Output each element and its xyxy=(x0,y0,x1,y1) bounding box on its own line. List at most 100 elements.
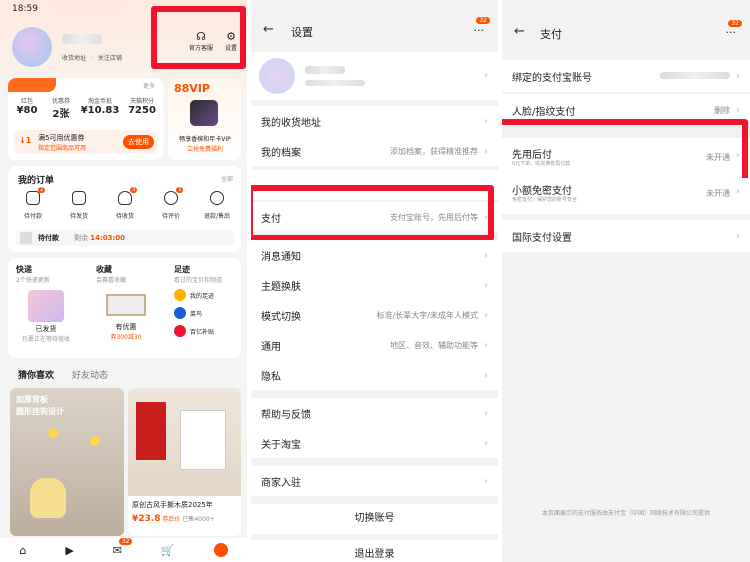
favorites-section[interactable]: 收藏 会赛看收藏 有优惠 券300减30 xyxy=(96,264,168,341)
chevron-right-icon: › xyxy=(484,369,488,381)
order-pending-receipt[interactable]: 3 待收货 xyxy=(104,187,146,220)
my-taobao-panel: 18:59 收货地址 | 关注店铺 ☊ 官方客服 ⚙ 设置 更多 红包 ¥80 … xyxy=(0,0,247,562)
video-icon[interactable]: ▶ xyxy=(65,544,73,557)
orders-all-link[interactable]: 全部 xyxy=(221,174,233,183)
username-blurred xyxy=(62,34,102,44)
coupon-strip[interactable]: ↓1 满5可用优惠券 指定范围商品可用 去使用 xyxy=(14,130,158,154)
pending-timer: 剩余 14:03:00 xyxy=(74,234,126,242)
coupon-icon: ↓1 xyxy=(19,136,32,145)
settings-row-mode[interactable]: 模式切换 标准/长辈大字/未成年人模式 › xyxy=(251,300,498,330)
chevron-right-icon: › xyxy=(484,407,488,419)
home-icon[interactable]: ⌂ xyxy=(19,544,26,557)
toy-duck xyxy=(30,478,66,518)
settings-row-help[interactable]: 帮助与反馈 › xyxy=(251,398,498,428)
coupon-title: 满5可用优惠券 xyxy=(38,134,85,142)
settings-row-notifications[interactable]: 消息通知 › xyxy=(251,240,498,270)
assets-more-link[interactable]: 更多 xyxy=(143,81,155,90)
comment-icon xyxy=(164,191,178,205)
more-dots-icon[interactable]: ··· xyxy=(726,26,737,39)
settings-panel: ← 设置 ··· 32 › 我的收货地址 › 我的档案 添加档案，获得精准推荐 › 支… xyxy=(251,0,498,562)
tab-guess-you-like[interactable]: 猜你喜欢 xyxy=(18,368,54,381)
payment-row-international[interactable]: 国际支付设置 › xyxy=(502,220,750,252)
yen-icon xyxy=(210,191,224,205)
alipay-account-blurred xyxy=(660,71,730,79)
use-coupon-button[interactable]: 去使用 xyxy=(123,135,154,149)
tools-card: 快递 2个快递更新 已发货 包裹正在等待揽收 收藏 会赛看收藏 有优惠 券300… xyxy=(8,258,241,358)
asset-redpacket[interactable]: 红包 ¥80 xyxy=(12,96,42,120)
profile-row[interactable]: › xyxy=(251,52,498,100)
settings-row-address[interactable]: 我的收货地址 › xyxy=(251,106,498,136)
order-pending-payment[interactable]: 2 待付款 xyxy=(12,187,54,220)
address-link[interactable]: 收货地址 xyxy=(62,55,86,62)
chevron-right-icon: › xyxy=(484,339,488,351)
chevron-right-icon: › xyxy=(736,70,740,82)
tab-friend-activity[interactable]: 好友动态 xyxy=(72,368,108,381)
settings-row-theme[interactable]: 主题换肤 › xyxy=(251,270,498,300)
feed-card-calendar[interactable]: 原创古风手撕木质2025年 ¥23.8 券后价 已售4000+ xyxy=(128,388,241,536)
page-title: 设置 xyxy=(291,26,313,39)
highlight-buy-now-pay-later xyxy=(502,119,748,185)
express-section[interactable]: 快递 2个快递更新 已发货 包裹正在等待揽收 xyxy=(16,264,88,343)
asset-gold-coin[interactable]: 淘金币抵 ¥10.83 xyxy=(80,96,120,120)
payment-row-alipay[interactable]: 绑定的支付宝账号 › xyxy=(502,60,750,92)
order-pending-review[interactable]: 3 待评价 xyxy=(150,187,192,220)
asset-coupon[interactable]: 优惠券 2张 xyxy=(46,96,76,120)
order-badge: 2 xyxy=(38,187,46,193)
pending-label: 待付款 xyxy=(38,234,59,242)
package-icon xyxy=(72,191,86,205)
subsidy-icon xyxy=(174,325,186,337)
footprint-section[interactable]: 足迹 看过的宝贝和频道 我的足迹 菜鸟 百亿补贴 xyxy=(174,264,238,337)
avatar[interactable] xyxy=(12,27,52,67)
asset-tmall-points[interactable]: 天猫积分 7250 xyxy=(124,96,160,120)
coupon-sub: 指定范围商品可用 xyxy=(38,145,87,152)
pending-order-strip[interactable]: 待付款 剩余 14:03:00 xyxy=(16,230,234,246)
account-blurred xyxy=(305,80,365,86)
cainiao-icon xyxy=(174,307,186,319)
order-refund[interactable]: 退款/售后 xyxy=(196,190,238,220)
payment-footer: 本页面展示的支付服务由支付宝（中国）网络技术有限公司提供 xyxy=(541,510,710,517)
assets-tag xyxy=(8,78,56,92)
chevron-right-icon: › xyxy=(736,230,740,242)
message-badge: 32 xyxy=(728,20,742,27)
settings-row-profile[interactable]: 我的档案 添加档案，获得精准推荐 › xyxy=(251,136,498,166)
followed-shops-link[interactable]: 关注店铺 xyxy=(98,55,122,62)
payment-panel: ← 支付 ··· 32 绑定的支付宝账号 › 人脸/指纹支付 删除 › 先用后付 0元… xyxy=(502,0,750,562)
back-arrow-icon[interactable]: ← xyxy=(514,24,525,39)
payment-row-small-password-free[interactable]: 小额免密支付 免密支付，保护您的账号安全 未开通 › xyxy=(502,178,750,214)
product-thumb xyxy=(20,232,32,244)
back-arrow-icon[interactable]: ← xyxy=(263,22,274,37)
highlight-settings xyxy=(151,6,246,69)
footprint-item[interactable]: 百亿补贴 xyxy=(174,325,238,337)
vip-card-icon xyxy=(190,100,218,126)
message-badge: 32 xyxy=(118,537,133,545)
settings-row-general[interactable]: 通用 地区、音效、辅助功能等 › xyxy=(251,330,498,360)
footprint-icon xyxy=(174,289,186,301)
username-blurred xyxy=(305,66,345,74)
footprint-item[interactable]: 我的足迹 xyxy=(174,289,238,301)
settings-row-about[interactable]: 关于淘宝 › xyxy=(251,428,498,458)
cart-icon[interactable]: 🛒 xyxy=(161,544,175,557)
bottom-tabbar: ⌂ ▶ ✉ 32 🛒 xyxy=(0,537,247,562)
settings-row-privacy[interactable]: 隐私 › xyxy=(251,360,498,390)
switch-account-button[interactable]: 切换账号 xyxy=(251,504,498,534)
vip-line2: 立抢免费福利 xyxy=(186,146,223,153)
orders-title: 我的订单 xyxy=(18,176,55,186)
settings-row-merchant[interactable]: 商家入驻 › xyxy=(251,466,498,496)
red-banner xyxy=(136,402,166,460)
highlight-payment xyxy=(251,185,494,241)
more-dots-icon[interactable]: ··· xyxy=(474,24,485,37)
footprint-item[interactable]: 菜鸟 xyxy=(174,307,238,319)
card1-sub: 圆形挂钩设计 xyxy=(16,407,64,416)
feed-card-hook[interactable]: 加厚背板 圆形挂钩设计 xyxy=(10,388,124,536)
my-taobao-icon[interactable] xyxy=(213,543,228,557)
logout-button[interactable]: 退出登录 xyxy=(251,540,498,562)
hook-ball xyxy=(48,428,58,438)
chevron-right-icon: › xyxy=(484,309,488,321)
order-pending-shipment[interactable]: 待发货 xyxy=(58,190,100,220)
avatar xyxy=(259,58,295,94)
assets-card: 更多 红包 ¥80 优惠券 2张 淘金币抵 ¥10.83 天猫积分 7250 ↓… xyxy=(8,78,163,160)
message-icon[interactable]: ✉ 32 xyxy=(113,537,133,557)
orders-row: 2 待付款 待发货 3 待收货 3 待评价 退款/售后 xyxy=(12,187,238,220)
chevron-right-icon: › xyxy=(484,475,488,487)
vip-card[interactable]: 88VIP 畅享香槟和年卡VIP 立抢免费福利 xyxy=(168,78,241,160)
